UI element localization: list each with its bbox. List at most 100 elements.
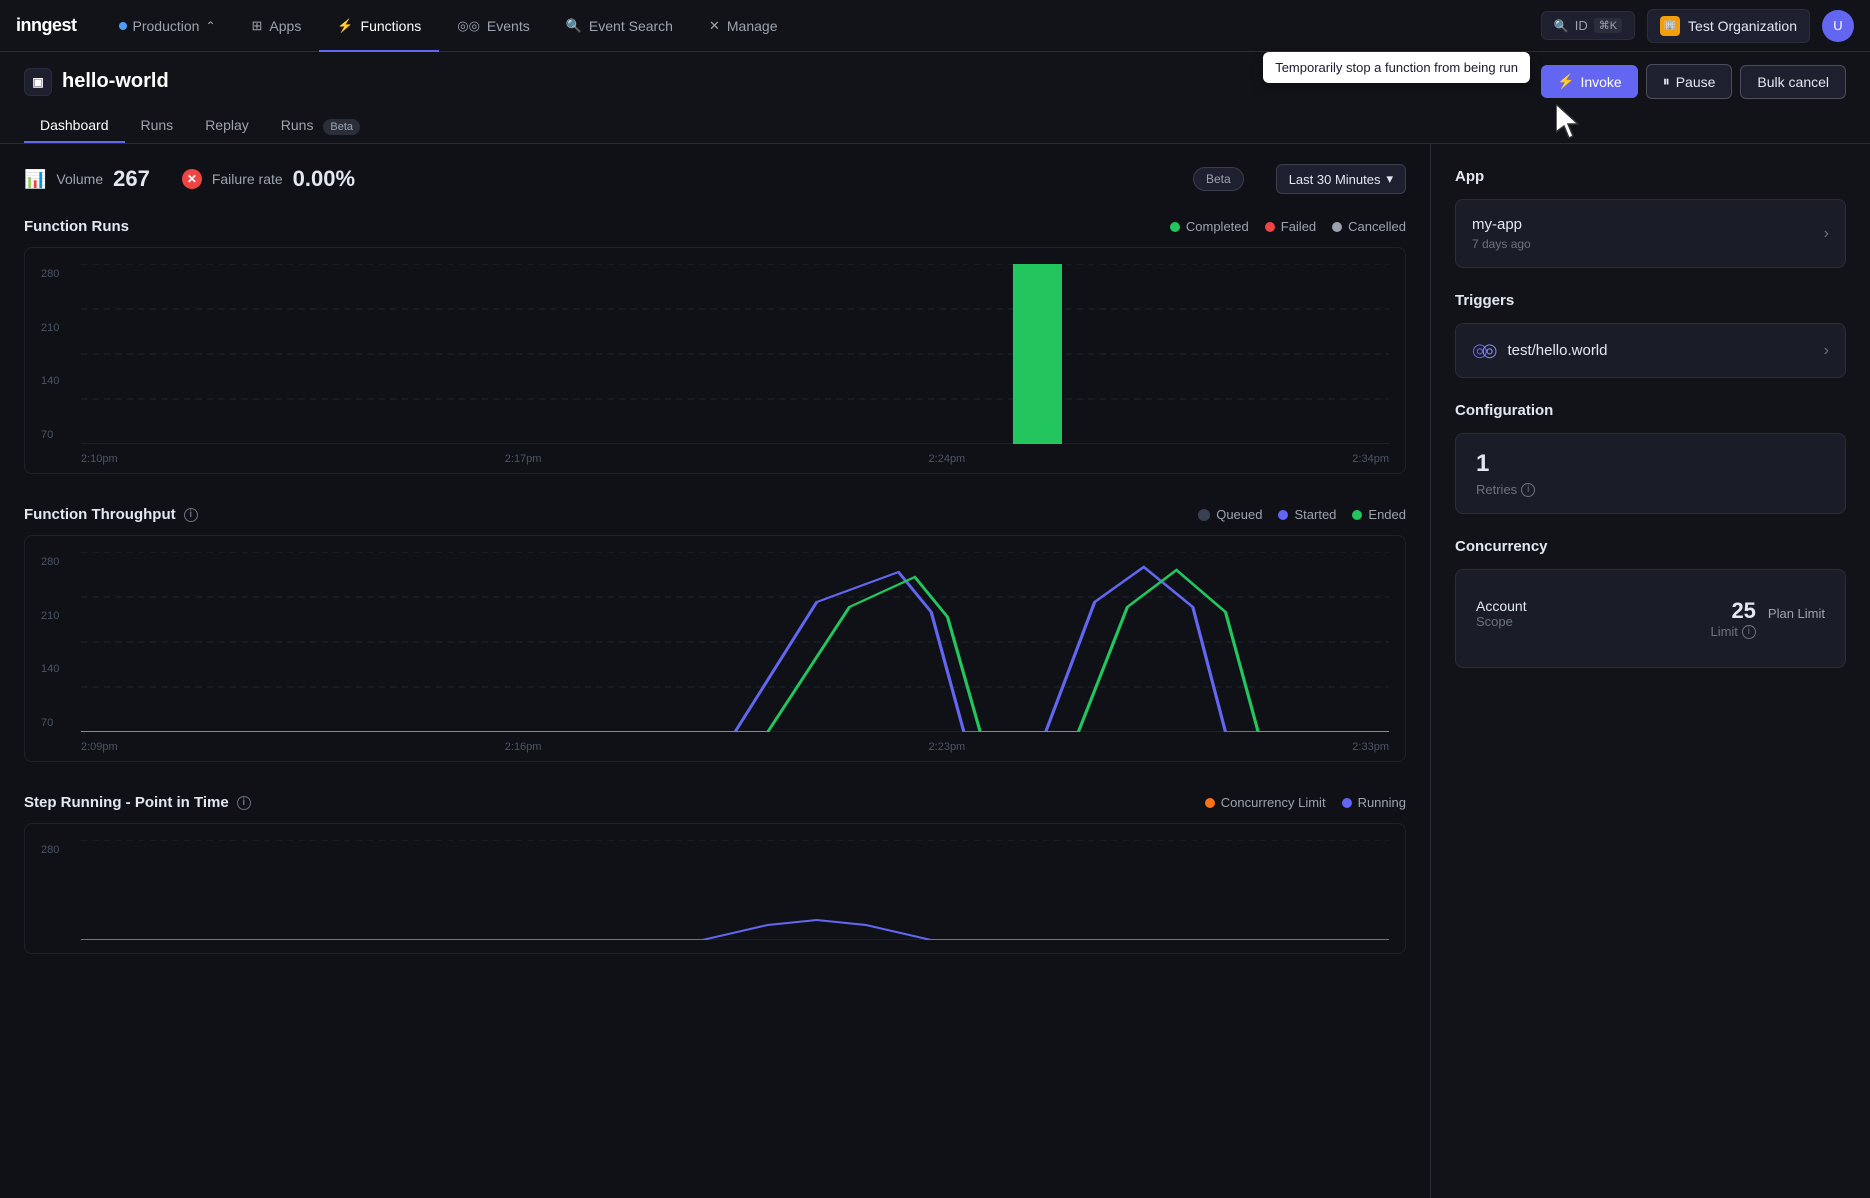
retries-card: 1 Retries i <box>1455 433 1846 514</box>
ended-label: Ended <box>1368 507 1406 522</box>
lightning-icon: ⚡ <box>1557 73 1574 90</box>
legend-running: Running <box>1342 795 1406 810</box>
volume-label: Volume <box>56 171 103 187</box>
nav-item-events[interactable]: ◎◎ Events <box>439 0 548 52</box>
limit-info-icon[interactable]: i <box>1742 625 1756 639</box>
org-icon: 🏢 <box>1660 16 1680 36</box>
concurrency-section-title: Concurrency <box>1455 538 1846 555</box>
app-card[interactable]: my-app 7 days ago › <box>1455 199 1846 268</box>
concurrency-limit-value: 25 <box>1710 598 1755 624</box>
started-dot <box>1278 510 1288 520</box>
nav-item-functions[interactable]: ⚡ Functions <box>319 0 439 52</box>
nav-item-production[interactable]: Production ⌃ <box>101 0 234 52</box>
function-name: ▣ hello-world <box>24 68 169 96</box>
cancelled-label: Cancelled <box>1348 219 1406 234</box>
nav-item-manage[interactable]: ✕ Manage <box>691 0 796 52</box>
tp-y-label-140: 140 <box>41 663 81 675</box>
logo: inngest <box>16 15 77 36</box>
bar-chart-svg <box>81 264 1389 444</box>
tp-y-label-210: 210 <box>41 610 81 622</box>
running-label: Running <box>1358 795 1406 810</box>
configuration-section-title: Configuration <box>1455 402 1846 419</box>
id-label: ID <box>1575 18 1588 33</box>
tab-dashboard[interactable]: Dashboard <box>24 107 125 143</box>
x-label-217pm: 2:17pm <box>505 453 542 465</box>
throughput-chart-svg <box>81 552 1389 732</box>
main-content: 📊 Volume 267 ✕ Failure rate 0.00% Beta L… <box>0 144 1870 1198</box>
step-running-chart-svg <box>81 840 1389 940</box>
throughput-info-icon[interactable]: i <box>184 508 198 522</box>
function-icon: ▣ <box>24 68 52 96</box>
tp-x-label-233pm: 2:33pm <box>1352 741 1389 753</box>
pause-label: Pause <box>1676 74 1716 90</box>
started-label: Started <box>1294 507 1336 522</box>
completed-label: Completed <box>1186 219 1249 234</box>
invoke-button[interactable]: ⚡ Invoke <box>1541 65 1638 98</box>
triggers-section: Triggers ◎ ◎ test/hello.world › <box>1455 292 1846 378</box>
retries-label-text: Retries <box>1476 482 1517 497</box>
x-label-224pm: 2:24pm <box>929 453 966 465</box>
legend-ended: Ended <box>1352 507 1406 522</box>
left-panel: 📊 Volume 267 ✕ Failure rate 0.00% Beta L… <box>0 144 1430 1198</box>
failure-rate-value: 0.00% <box>293 166 355 192</box>
sub-tabs: Dashboard Runs Replay Runs Beta <box>24 107 1846 143</box>
id-button[interactable]: 🔍 ID ⌘K <box>1541 11 1635 40</box>
retries-info-icon[interactable]: i <box>1521 483 1535 497</box>
concurrency-val-col: 25 Limit i Plan Limit <box>1710 598 1825 639</box>
org-name: Test Organization <box>1688 18 1797 34</box>
nav-item-apps[interactable]: ⊞ Apps <box>234 0 320 52</box>
triggers-section-title: Triggers <box>1455 292 1846 309</box>
production-dot <box>119 22 127 30</box>
tp-x-label-216pm: 2:16pm <box>505 741 542 753</box>
function-throughput-legend: Queued Started Ended <box>1198 507 1406 522</box>
concurrency-limit-dot <box>1205 798 1215 808</box>
app-name: my-app <box>1472 216 1531 233</box>
step-running-section: Step Running - Point in Time i Concurren… <box>24 794 1406 954</box>
function-runs-legend: Completed Failed Cancelled <box>1170 219 1406 234</box>
failed-dot <box>1265 222 1275 232</box>
concurrency-section: Concurrency Account Scope 25 Limit <box>1455 538 1846 668</box>
time-selector[interactable]: Last 30 Minutes ▾ <box>1276 164 1406 194</box>
retries-value: 1 <box>1476 450 1825 478</box>
trigger-card-inner: ◎ ◎ test/hello.world <box>1472 340 1608 361</box>
trigger-name: test/hello.world <box>1507 342 1607 359</box>
function-throughput-title-row: Function Throughput i Queued Started End… <box>24 506 1406 523</box>
failure-rate-metric: ✕ Failure rate 0.00% <box>182 166 355 192</box>
step-running-title: Step Running - Point in Time i <box>24 794 251 811</box>
plan-limit: Plan Limit <box>1768 606 1825 621</box>
running-dot <box>1342 798 1352 808</box>
tab-runs[interactable]: Runs <box>125 107 190 143</box>
concurrency-limit-label: Limit i <box>1710 624 1755 639</box>
legend-completed: Completed <box>1170 219 1249 234</box>
tab-runs-beta[interactable]: Runs Beta <box>265 107 376 143</box>
legend-queued: Queued <box>1198 507 1262 522</box>
trigger-card[interactable]: ◎ ◎ test/hello.world › <box>1455 323 1846 378</box>
function-throughput-title: Function Throughput i <box>24 506 198 523</box>
concurrency-account: Account <box>1476 598 1527 614</box>
pause-button[interactable]: ⏸ Pause <box>1646 64 1733 99</box>
concurrency-label-col: Account Scope <box>1476 598 1527 629</box>
sub-header: ▣ hello-world ⚡ Invoke ⏸ Pause Bulk canc… <box>0 52 1870 144</box>
action-buttons: ⚡ Invoke ⏸ Pause Bulk cancel <box>1541 64 1846 99</box>
org-button[interactable]: 🏢 Test Organization <box>1647 9 1810 43</box>
bar-chart-icon: 📊 <box>24 169 46 190</box>
time-selector-label: Last 30 Minutes <box>1289 172 1381 187</box>
step-running-info-icon[interactable]: i <box>237 796 251 810</box>
keyboard-shortcut: ⌘K <box>1594 18 1622 33</box>
nav-label-apps: Apps <box>269 18 301 34</box>
bulk-cancel-button[interactable]: Bulk cancel <box>1740 65 1846 99</box>
nav-item-event-search[interactable]: 🔍 Event Search <box>548 0 691 52</box>
search-icon-small: 🔍 <box>1554 19 1569 33</box>
function-runs-title-row: Function Runs Completed Failed Cancelled <box>24 218 1406 235</box>
tp-y-label-70: 70 <box>41 717 81 729</box>
avatar[interactable]: U <box>1822 10 1854 42</box>
nav-items: Production ⌃ ⊞ Apps ⚡ Functions ◎◎ Event… <box>101 0 1541 52</box>
nav-right: 🔍 ID ⌘K 🏢 Test Organization U <box>1541 9 1854 43</box>
tab-replay[interactable]: Replay <box>189 107 265 143</box>
trigger-icon: ◎ ◎ <box>1472 340 1497 361</box>
concurrency-row: Account Scope 25 Limit i <box>1476 586 1825 651</box>
limit-label-text: Limit <box>1710 624 1737 639</box>
queued-label: Queued <box>1216 507 1262 522</box>
chevron-down-icon: ▾ <box>1386 171 1393 187</box>
metrics-row: 📊 Volume 267 ✕ Failure rate 0.00% Beta L… <box>24 164 1406 194</box>
